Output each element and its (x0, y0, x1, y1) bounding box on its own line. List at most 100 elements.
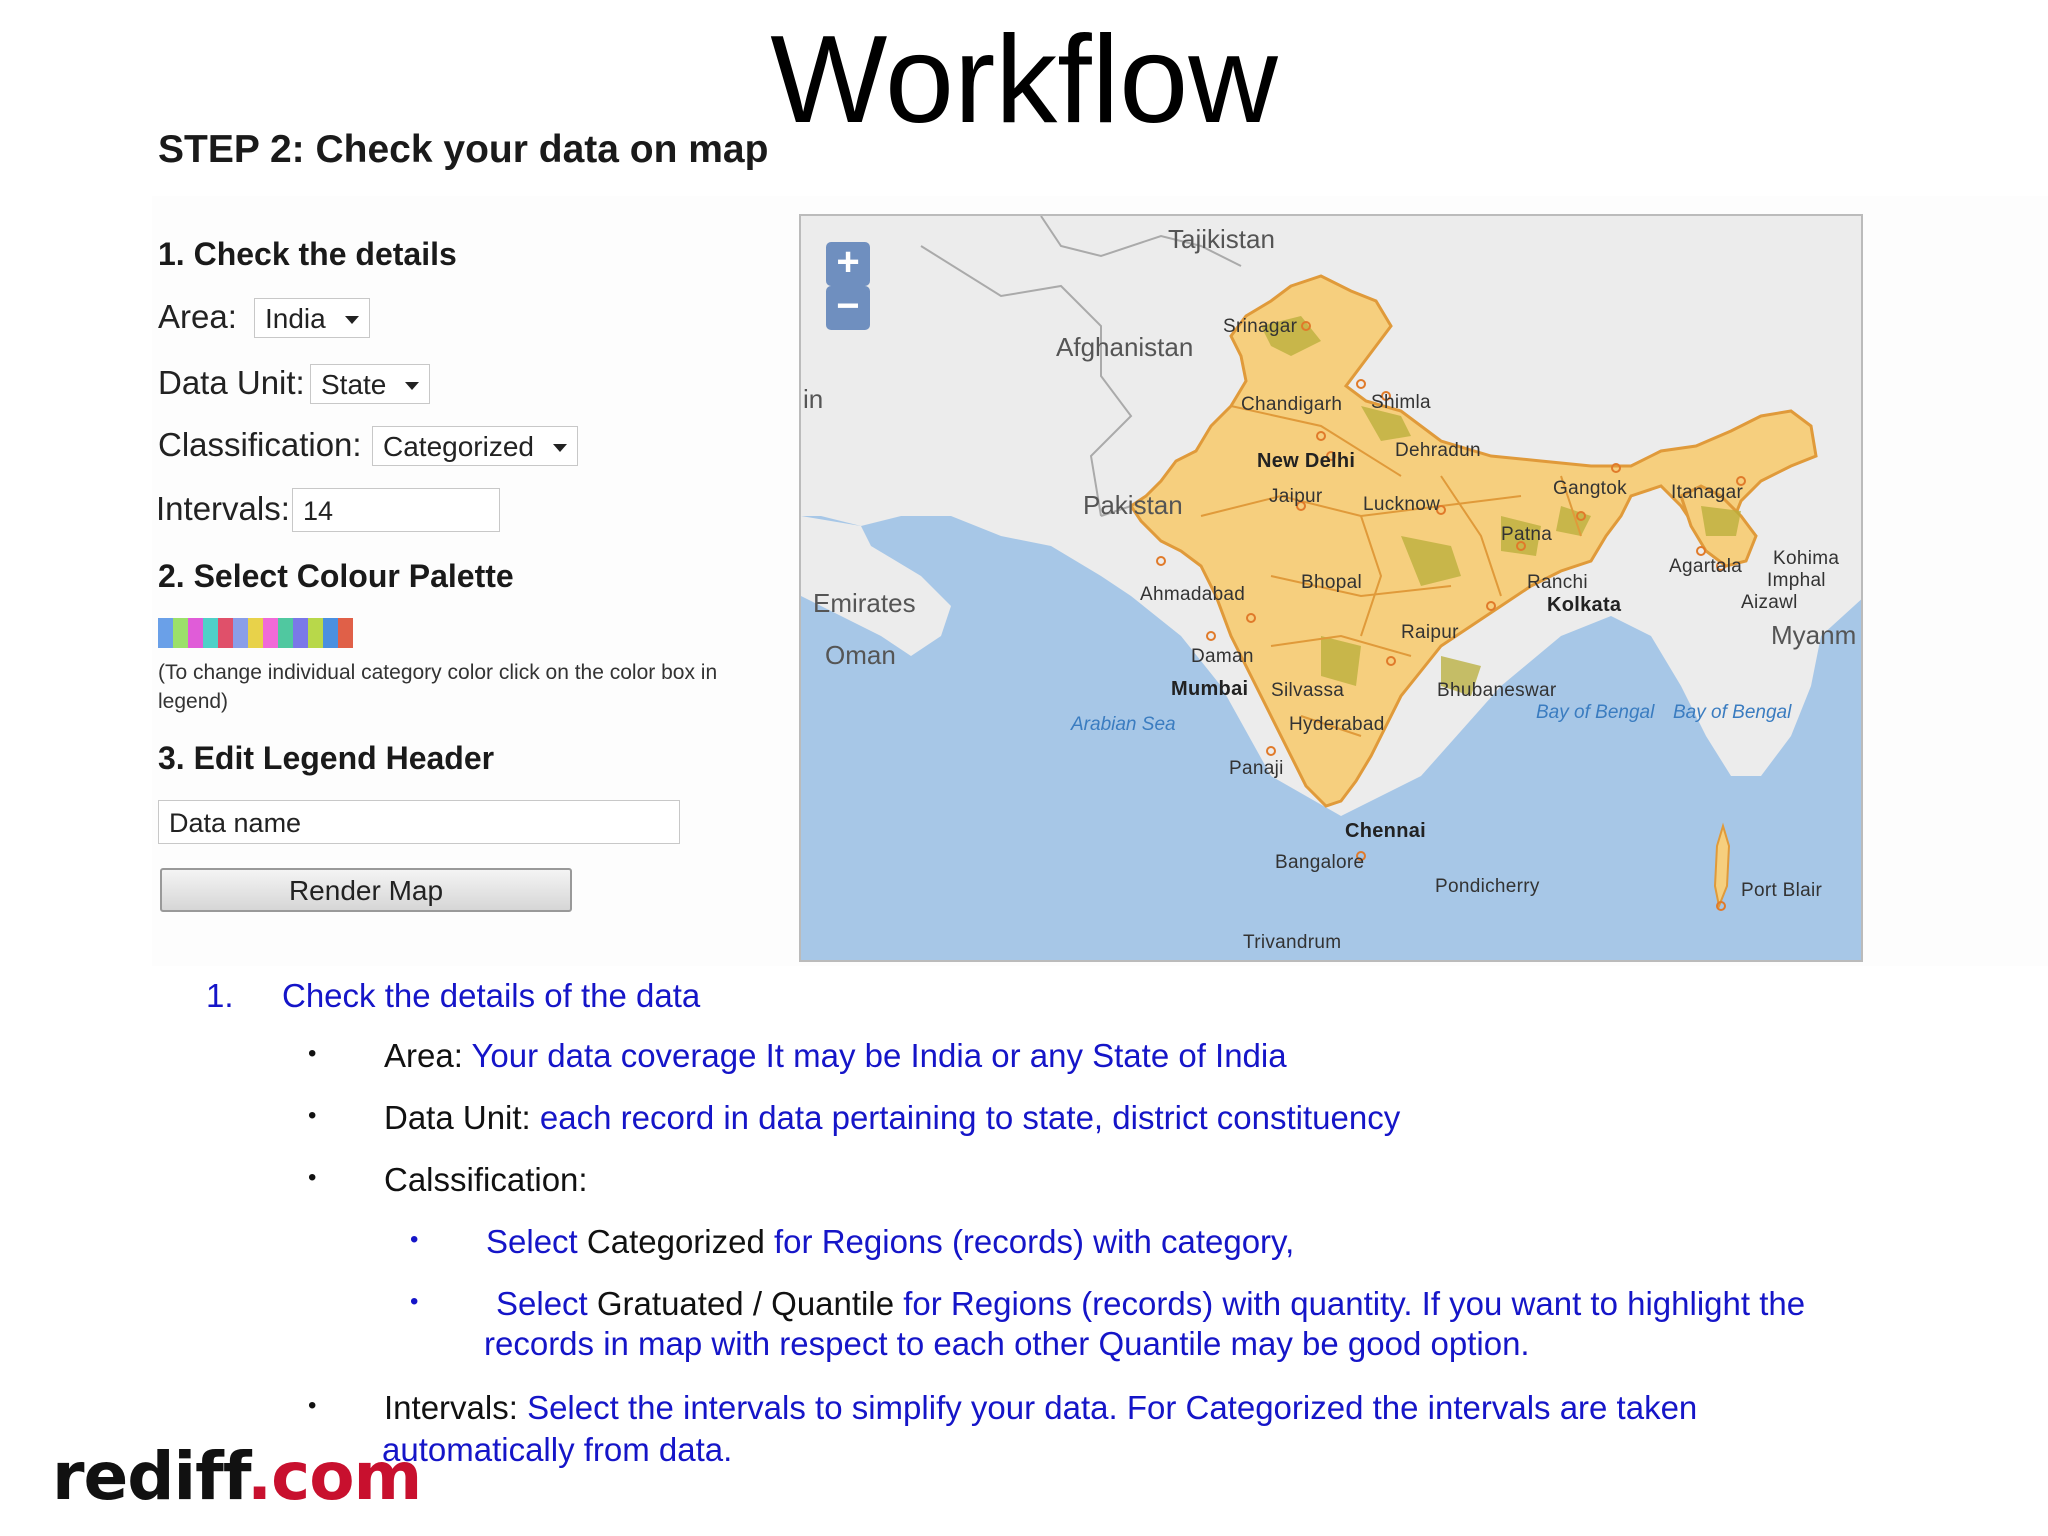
palette-swatch[interactable] (218, 618, 233, 648)
map-label-arabian-sea: Arabian Sea (1071, 714, 1176, 735)
map-label-dehradun: Dehradun (1395, 440, 1481, 461)
map-view[interactable]: + − Tajikistan Afghanistan Pakistan Emir… (799, 214, 1863, 962)
classification-label: Classification: (158, 426, 362, 463)
map-label-itanagar: Itanagar (1671, 482, 1744, 503)
palette-swatch[interactable] (203, 618, 218, 648)
map-label-afghanistan: Afghanistan (1056, 332, 1194, 362)
map-label-chennai: Chennai (1345, 820, 1426, 842)
map-label-kohima: Kohima (1773, 548, 1840, 569)
item-number: 1. (206, 977, 234, 1014)
classification-select[interactable]: Categorized (372, 426, 578, 466)
sub-bullet: • (410, 1226, 419, 1253)
note-unit-desc: each record in data pertaining to state,… (539, 1099, 1401, 1136)
palette-swatch[interactable] (233, 618, 248, 648)
note-grad-select: Select (496, 1285, 588, 1322)
oman-coast (801, 516, 951, 656)
map-label-bhopal: Bhopal (1301, 572, 1362, 593)
map-label-patna: Patna (1501, 524, 1553, 545)
render-map-button[interactable]: Render Map (160, 868, 572, 912)
map-label-bay-of-bengal: Bay of Bengal (1536, 702, 1655, 723)
data-unit-select[interactable]: State (310, 364, 430, 404)
map-label-emirates: Emirates (813, 588, 916, 618)
map-label-agartala: Agartala (1669, 556, 1743, 577)
map-label-jaipur: Jaipur (1269, 486, 1323, 507)
intervals-label: Intervals: (156, 490, 290, 527)
palette-swatch[interactable] (263, 618, 278, 648)
logo-suffix: .com (247, 1438, 422, 1515)
section-palette-heading: 2. Select Colour Palette (158, 558, 514, 594)
palette-swatch[interactable] (248, 618, 263, 648)
data-unit-label: Data Unit: (158, 364, 305, 401)
note-classification-key: Calssification: (384, 1161, 588, 1198)
map-label-srinagar: Srinagar (1223, 316, 1298, 337)
palette-swatch[interactable] (308, 618, 323, 648)
note-data-unit: Data Unit: each record in data pertainin… (384, 1098, 1400, 1138)
area-label: Area: (158, 298, 237, 335)
map-label-ranchi: Ranchi (1527, 572, 1588, 593)
palette-swatch[interactable] (338, 618, 353, 648)
sub-bullet: • (410, 1288, 419, 1315)
map-label-shimla: Shimla (1371, 392, 1431, 413)
note-area-desc: Your data coverage It may be India or an… (471, 1037, 1287, 1074)
note-int-desc2: automatically from data. (382, 1431, 733, 1468)
chevron-down-icon (405, 382, 419, 390)
bullet: • (308, 1164, 317, 1191)
bullet: • (308, 1392, 317, 1419)
chevron-down-icon (345, 316, 359, 324)
palette-swatch[interactable] (158, 618, 173, 648)
map-label-iran-fragment: in (803, 384, 824, 414)
section-legend-heading: 3. Edit Legend Header (158, 740, 495, 776)
area-select[interactable]: India (254, 298, 370, 338)
note-cat-select: Select (486, 1223, 578, 1260)
palette-note: (To change individual category color cli… (158, 661, 718, 713)
note-grad-word: Gratuated / Quantile (596, 1285, 895, 1322)
zoom-out-button[interactable]: − (826, 286, 870, 330)
note-int-desc1: Select the intervals to simplify your da… (527, 1389, 1698, 1426)
note-cat-desc: for Regions (records) with category, (774, 1223, 1295, 1260)
map-label-bhubaneswar: Bhubaneswar (1437, 680, 1557, 701)
map-label-lucknow: Lucknow (1363, 494, 1441, 515)
logo-main: rediff (52, 1438, 248, 1515)
map-label-new-delhi: New Delhi (1257, 450, 1356, 472)
colour-palette[interactable] (158, 618, 353, 648)
note-area-key: Area: (384, 1037, 463, 1074)
map-label-pakistan: Pakistan (1083, 490, 1183, 520)
palette-swatch[interactable] (278, 618, 293, 648)
area-select-value: India (265, 303, 326, 334)
bullet: • (308, 1102, 317, 1129)
map-label-oman: Oman (825, 640, 896, 670)
note-categorized: Select Categorized for Regions (records)… (486, 1222, 1294, 1262)
map-label-raipur: Raipur (1401, 622, 1459, 643)
intervals-input[interactable]: 14 (292, 488, 500, 532)
note-area: Area: Your data coverage It may be India… (384, 1036, 1287, 1076)
map-label-bay-of-bengal-2: Bay of Bengal (1673, 702, 1792, 723)
section-check-details-heading: 1. Check the details (158, 236, 457, 272)
note-grad-desc1: for Regions (records) with quantity. If … (903, 1285, 1806, 1322)
note-grad-desc2: records in map with respect to each othe… (484, 1325, 1530, 1362)
map-label-kolkata: Kolkata (1547, 594, 1622, 616)
chevron-down-icon (553, 444, 567, 452)
palette-swatch[interactable] (173, 618, 188, 648)
map-label-silvassa: Silvassa (1271, 680, 1345, 701)
map-label-bangalore: Bangalore (1275, 852, 1365, 873)
palette-swatch[interactable] (323, 618, 338, 648)
note-cat-word: Categorized (586, 1223, 765, 1260)
note-unit-key: Data Unit: (384, 1099, 531, 1136)
andaman-islands (1713, 822, 1731, 910)
map-label-trivandrum: Trivandrum (1243, 932, 1342, 953)
palette-swatch[interactable] (188, 618, 203, 648)
map-label-imphal: Imphal (1767, 570, 1826, 591)
note-int-key: Intervals: (384, 1389, 518, 1426)
legend-header-input[interactable]: Data name (158, 800, 680, 844)
map-label-mumbai: Mumbai (1171, 678, 1249, 700)
zoom-in-button[interactable]: + (826, 242, 870, 286)
classification-select-value: Categorized (383, 431, 534, 462)
step-heading: STEP 2: Check your data on map (158, 128, 769, 171)
bullet: • (308, 1040, 317, 1067)
map-label-myanmar: Myanm (1771, 620, 1857, 650)
map-label-panaji: Panaji (1229, 758, 1284, 779)
map-label-aizawl: Aizawl (1741, 592, 1798, 613)
map-label-gangtok: Gangtok (1553, 478, 1627, 499)
palette-swatch[interactable] (293, 618, 308, 648)
data-unit-select-value: State (321, 369, 387, 400)
